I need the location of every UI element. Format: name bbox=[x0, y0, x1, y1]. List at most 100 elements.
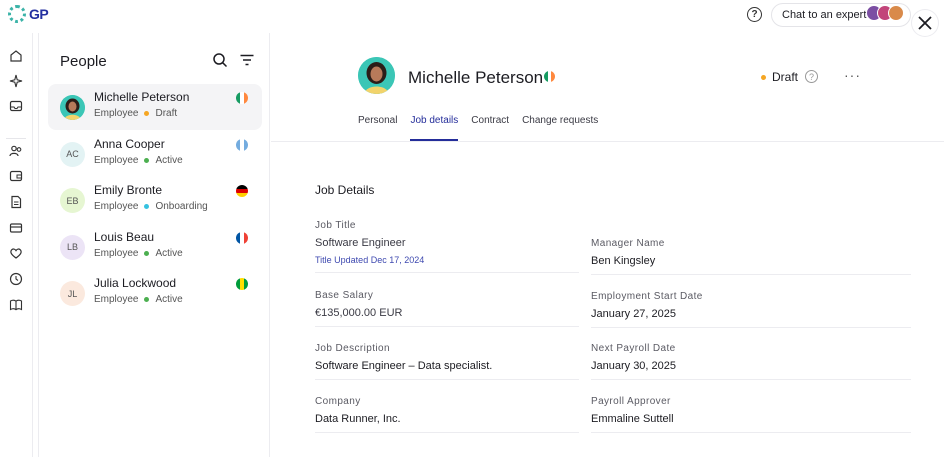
field-divider bbox=[591, 379, 911, 380]
payroll-approver-field: Payroll Approver Emmaline Suttell bbox=[591, 396, 911, 433]
field-divider bbox=[591, 274, 911, 275]
document-icon[interactable] bbox=[9, 195, 23, 209]
book-icon[interactable] bbox=[9, 298, 23, 312]
person-avatar: EB bbox=[60, 188, 85, 213]
person-name: Louis Beau bbox=[94, 229, 155, 244]
person-avatar: LB bbox=[60, 234, 85, 260]
status-dot-icon bbox=[144, 250, 150, 256]
field-value: Ben Kingsley bbox=[591, 255, 656, 267]
person-avatar: AC bbox=[60, 141, 85, 167]
employment-start-date-field: Employment Start Date January 27, 2025 bbox=[591, 291, 911, 328]
person-role: Employee bbox=[94, 247, 139, 259]
rail-divider bbox=[6, 138, 26, 139]
field-divider bbox=[591, 432, 911, 433]
more-options-button[interactable]: ··· bbox=[844, 67, 861, 83]
person-list-item[interactable]: EB Emily Bronte Employee Onboarding bbox=[48, 177, 262, 223]
expert-avatars[interactable] bbox=[866, 5, 904, 21]
status-label: Draft bbox=[772, 70, 799, 84]
person-name: Emily Bronte bbox=[94, 183, 163, 197]
country-flag-icon bbox=[236, 278, 248, 290]
company-field: Company Data Runner, Inc. bbox=[315, 396, 579, 433]
person-list-item[interactable]: Michelle Peterson Employee Draft bbox=[48, 84, 262, 130]
ireland-flag-icon bbox=[544, 71, 555, 82]
person-avatar: JL bbox=[60, 281, 85, 306]
person-list-item[interactable]: AC Anna Cooper Employee Active bbox=[48, 131, 262, 177]
status-dot-icon bbox=[144, 157, 150, 163]
person-name: Michelle Peterson bbox=[94, 90, 190, 104]
tab-personal[interactable]: Personal bbox=[358, 115, 397, 141]
field-value: €135,000.00 EUR bbox=[315, 307, 403, 319]
chat-button-label: Chat to an expert bbox=[782, 9, 867, 21]
heart-icon[interactable] bbox=[9, 246, 23, 260]
person-role: Employee bbox=[94, 201, 139, 212]
wallet-icon[interactable] bbox=[9, 169, 23, 183]
tab-change-requests[interactable]: Change requests bbox=[522, 115, 598, 141]
sparkle-icon[interactable] bbox=[9, 74, 23, 88]
person-list-item[interactable]: JL Julia Lockwood Employee Active bbox=[48, 270, 262, 316]
field-value: Software Engineer – Data specialist. bbox=[315, 360, 493, 372]
card-icon[interactable] bbox=[9, 221, 23, 235]
profile-tabs: Personal Job details Contract Change req… bbox=[358, 115, 598, 141]
field-divider bbox=[315, 272, 579, 273]
logo-mark-icon bbox=[8, 5, 26, 23]
people-icon[interactable] bbox=[9, 144, 23, 158]
logo-text: GP bbox=[29, 6, 49, 22]
manager-name-field: Manager Name Ben Kingsley bbox=[591, 238, 911, 275]
next-payroll-date-field: Next Payroll Date January 30, 2025 bbox=[591, 343, 911, 380]
section-title: Job Details bbox=[315, 183, 375, 197]
person-subtitle: Employee Active bbox=[94, 248, 183, 259]
tab-job-details[interactable]: Job details bbox=[410, 115, 459, 141]
status-dot-icon bbox=[761, 74, 766, 80]
status-dot-icon bbox=[144, 111, 150, 116]
field-note[interactable]: Title Updated Dec 17, 2024 bbox=[315, 255, 579, 265]
person-subtitle: Employee Active bbox=[94, 155, 183, 166]
app-logo[interactable]: GP bbox=[8, 5, 49, 23]
person-subtitle: Employee Draft bbox=[94, 108, 177, 119]
field-label: Job Description bbox=[315, 343, 390, 354]
field-label: Next Payroll Date bbox=[591, 343, 676, 354]
home-icon[interactable] bbox=[9, 49, 23, 63]
field-value: Software Engineer bbox=[315, 237, 406, 249]
status-dot-icon bbox=[144, 204, 150, 209]
person-name: Anna Cooper bbox=[94, 136, 165, 151]
country-flag-icon bbox=[236, 138, 248, 151]
person-list-item[interactable]: LB Louis Beau Employee Active bbox=[48, 224, 262, 270]
employee-avatar bbox=[358, 57, 395, 94]
field-label: Company bbox=[315, 396, 361, 407]
country-flag-icon bbox=[236, 185, 248, 197]
tabs-divider bbox=[271, 141, 944, 142]
person-name: Julia Lockwood bbox=[94, 276, 177, 290]
field-divider bbox=[315, 432, 579, 433]
people-title: People bbox=[60, 53, 107, 70]
tab-contract[interactable]: Contract bbox=[471, 115, 509, 141]
field-value: Data Runner, Inc. bbox=[315, 413, 401, 425]
country-flag-icon bbox=[236, 92, 248, 104]
status-help-icon[interactable]: ? bbox=[805, 70, 818, 83]
person-status: Active bbox=[155, 154, 183, 166]
person-status: Active bbox=[155, 247, 183, 259]
clock-icon[interactable] bbox=[9, 272, 23, 286]
filter-icon[interactable] bbox=[239, 52, 255, 68]
field-label: Job Title bbox=[315, 220, 356, 231]
field-divider bbox=[315, 379, 579, 380]
close-icon bbox=[918, 16, 932, 30]
field-label: Payroll Approver bbox=[591, 396, 671, 407]
status-dot-icon bbox=[144, 297, 150, 302]
person-status: Active bbox=[155, 294, 183, 305]
person-role: Employee bbox=[94, 154, 139, 166]
expert-avatar bbox=[888, 5, 904, 21]
person-subtitle: Employee Onboarding bbox=[94, 201, 208, 212]
field-label: Manager Name bbox=[591, 238, 665, 249]
person-role: Employee bbox=[94, 108, 139, 119]
job-description-field: Job Description Software Engineer – Data… bbox=[315, 343, 579, 380]
help-icon[interactable]: ? bbox=[747, 7, 762, 22]
person-status: Draft bbox=[155, 108, 178, 119]
inbox-icon[interactable] bbox=[9, 99, 23, 113]
field-label: Base Salary bbox=[315, 290, 374, 301]
person-status: Onboarding bbox=[155, 201, 208, 212]
country-flag-icon bbox=[236, 231, 248, 244]
field-value: January 27, 2025 bbox=[591, 308, 677, 320]
people-panel: People Michelle Peterson Employee Draft AC A… bbox=[38, 33, 270, 457]
search-icon[interactable] bbox=[212, 52, 228, 68]
left-nav-rail bbox=[0, 33, 33, 457]
